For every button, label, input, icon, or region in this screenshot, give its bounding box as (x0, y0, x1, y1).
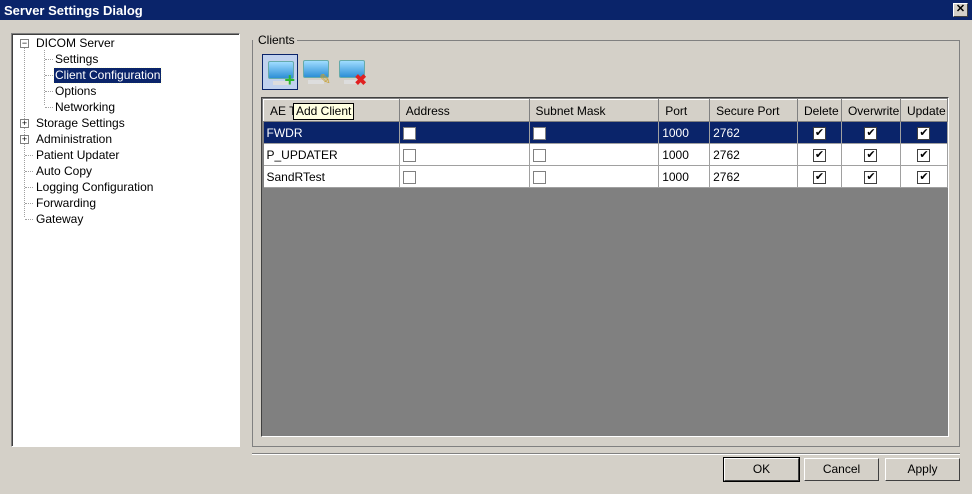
delete-cell[interactable]: ✔ (797, 143, 842, 166)
title-bar: Server Settings Dialog ✕ (0, 0, 972, 20)
tree-item-storage-settings[interactable]: Storage Settings (35, 116, 126, 131)
overwrite-checkbox[interactable]: ✔ (864, 148, 878, 162)
col-delete[interactable]: Delete (796, 99, 842, 122)
close-icon[interactable]: ✕ (953, 3, 968, 17)
collapse-icon[interactable]: − (20, 39, 29, 48)
subnet-mask-checkbox[interactable] (532, 126, 546, 140)
delete-client-icon: ✖ (354, 72, 367, 89)
grid-header: AE Title Address Subnet Mask Port Secure… (263, 99, 949, 122)
tree-item-networking[interactable]: Networking (54, 100, 116, 115)
address-cell[interactable] (399, 143, 530, 166)
ok-button[interactable]: OK (723, 457, 800, 482)
subnet-mask-cell[interactable] (529, 121, 660, 144)
delete-checkbox[interactable]: ✔ (812, 170, 826, 184)
tree-item-gateway[interactable]: Gateway (35, 212, 84, 227)
window-title: Server Settings Dialog (4, 3, 143, 18)
delete-checkbox[interactable]: ✔ (812, 126, 826, 140)
subnet-mask-cell[interactable] (529, 165, 660, 188)
delete-client-button[interactable]: ✖ (334, 54, 370, 90)
col-address[interactable]: Address (398, 99, 530, 122)
ae-title-cell[interactable]: P_UPDATER (263, 143, 400, 166)
overwrite-checkbox[interactable]: ✔ (864, 170, 878, 184)
tooltip: Add Client (293, 103, 355, 120)
delete-cell[interactable]: ✔ (797, 165, 842, 188)
cancel-button[interactable]: Cancel (804, 458, 879, 481)
tree-item-forwarding[interactable]: Forwarding (35, 196, 97, 211)
overwrite-cell[interactable]: ✔ (841, 143, 901, 166)
tree-item-administration[interactable]: Administration (35, 132, 113, 147)
tree-item-patient-updater[interactable]: Patient Updater (35, 148, 120, 163)
address-cell[interactable] (399, 165, 530, 188)
secure-port-cell[interactable]: 2762 (709, 121, 798, 144)
overwrite-cell[interactable]: ✔ (841, 165, 901, 188)
clients-grid: AE Title Address Subnet Mask Port Secure… (261, 97, 949, 437)
tree-item-dicom-server[interactable]: DICOM Server (35, 36, 116, 51)
address-checkbox[interactable] (402, 126, 416, 140)
address-cell[interactable] (399, 121, 530, 144)
add-client-button[interactable]: + (262, 54, 298, 90)
tree-item-auto-copy[interactable]: Auto Copy (35, 164, 93, 179)
tree-item-options[interactable]: Options (54, 84, 97, 99)
delete-cell[interactable]: ✔ (797, 121, 842, 144)
col-overwrite[interactable]: Overwrite (840, 99, 901, 122)
edit-client-icon: ✎ (319, 71, 331, 87)
apply-button[interactable]: Apply (885, 458, 960, 481)
ae-title-cell[interactable]: FWDR (263, 121, 400, 144)
ae-title-cell[interactable]: SandRTest (263, 165, 400, 188)
address-checkbox[interactable] (402, 170, 416, 184)
add-client-icon: + (284, 70, 295, 90)
overwrite-checkbox[interactable]: ✔ (864, 126, 878, 140)
update-cell[interactable]: ✔ (900, 143, 949, 166)
subnet-mask-checkbox[interactable] (532, 148, 546, 162)
col-secure-port[interactable]: Secure Port (709, 99, 798, 122)
port-cell[interactable]: 1000 (658, 121, 711, 144)
expand-icon[interactable]: + (20, 135, 29, 144)
overwrite-cell[interactable]: ✔ (841, 121, 901, 144)
subnet-mask-checkbox[interactable] (532, 170, 546, 184)
delete-checkbox[interactable]: ✔ (812, 148, 826, 162)
tree-item-client-configuration[interactable]: Client Configuration (52, 67, 163, 84)
col-update[interactable]: Update (899, 99, 949, 122)
update-checkbox[interactable]: ✔ (917, 170, 931, 184)
port-cell[interactable]: 1000 (658, 165, 711, 188)
divider (252, 453, 960, 455)
expand-icon[interactable]: + (20, 119, 29, 128)
update-checkbox[interactable]: ✔ (917, 126, 931, 140)
update-cell[interactable]: ✔ (900, 121, 949, 144)
settings-tree: − DICOM Server Settings Client Configura… (11, 33, 240, 447)
col-subnet-mask[interactable]: Subnet Mask (528, 99, 660, 122)
update-checkbox[interactable]: ✔ (917, 148, 931, 162)
address-checkbox[interactable] (402, 148, 416, 162)
table-row[interactable]: SandRTest 1000 2762 ✔ ✔ ✔ (263, 165, 949, 188)
update-cell[interactable]: ✔ (900, 165, 949, 188)
port-cell[interactable]: 1000 (658, 143, 711, 166)
tree-item-logging-configuration[interactable]: Logging Configuration (35, 180, 154, 195)
tree-item-settings[interactable]: Settings (54, 52, 99, 67)
clients-group-title: Clients (256, 33, 297, 47)
edit-client-button[interactable]: ✎ (298, 54, 334, 90)
subnet-mask-cell[interactable] (529, 143, 660, 166)
secure-port-cell[interactable]: 2762 (709, 143, 798, 166)
table-row[interactable]: P_UPDATER 1000 2762 ✔ ✔ ✔ (263, 143, 949, 166)
col-port[interactable]: Port (658, 99, 711, 122)
secure-port-cell[interactable]: 2762 (709, 165, 798, 188)
table-row[interactable]: FWDR 1000 2762 ✔ ✔ ✔ (263, 121, 949, 144)
